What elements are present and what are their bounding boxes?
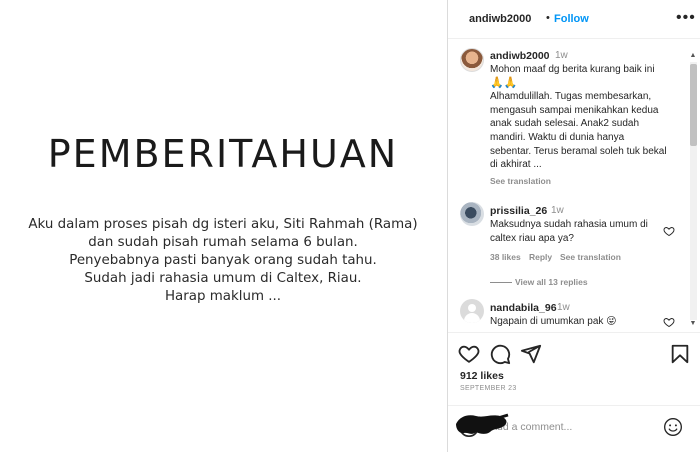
post-date[interactable]: SEPTEMBER 23 — [460, 385, 517, 392]
comment-line: anak sudah selesai. Anak2 sudah — [490, 118, 639, 130]
post-body-line: dan sudah pisah rumah selama 6 bulan. — [88, 235, 358, 250]
post-header: andiwb2000 • Follow ••• — [448, 0, 700, 38]
post-image: PEMBERITAHUAN Aku dalam proses pisah dg … — [0, 0, 448, 452]
comment-time[interactable]: 1w — [557, 302, 570, 313]
comment-line: di akhirat ... — [490, 159, 542, 171]
likes-count[interactable]: 912 likes — [460, 370, 504, 382]
scroll-thumb[interactable] — [690, 64, 697, 146]
heart-icon[interactable] — [663, 316, 675, 328]
comment-line: Alhamdulillah. Tugas membesarkan, — [490, 91, 652, 103]
replies-divider — [490, 282, 512, 283]
avatar[interactable] — [460, 48, 484, 72]
bookmark-icon[interactable] — [669, 343, 691, 365]
comment-line: mengasuh sampai menikahkan kedua — [490, 104, 659, 116]
comment-username[interactable]: prissilia_26 — [490, 205, 547, 217]
comments-scrollbar[interactable]: ▲ ▼ — [688, 52, 698, 328]
view-replies-link[interactable]: View all 13 replies — [515, 277, 588, 287]
header-separator-dot: • — [546, 12, 550, 24]
comment-icon[interactable] — [489, 343, 511, 365]
comment-input[interactable] — [490, 418, 650, 436]
heart-icon[interactable] — [458, 343, 480, 365]
see-translation-link[interactable]: See translation — [490, 176, 551, 186]
comment-time[interactable]: 1w — [555, 50, 568, 61]
scroll-up-arrow-icon[interactable]: ▲ — [688, 52, 698, 60]
reply-button[interactable]: Reply — [529, 252, 552, 262]
post-title: PEMBERITAHUAN — [47, 132, 399, 176]
comment-username[interactable]: nandabila_96 — [490, 302, 557, 314]
post-body-line: Aku dalam proses pisah dg isteri aku, Si… — [28, 217, 418, 232]
share-icon[interactable] — [520, 343, 542, 365]
redaction-scribble — [456, 413, 509, 434]
emoji-icon[interactable] — [663, 417, 683, 437]
post-body: Aku dalam proses pisah dg isteri aku, Si… — [20, 216, 426, 306]
post-body-line: Penyebabnya pasti banyak orang sudah tah… — [69, 253, 377, 268]
pray-emoji: 🙏🙏 — [490, 76, 518, 89]
comment-line: mandiri. Waktu di dunia hanya — [490, 131, 625, 143]
follow-button[interactable]: Follow — [554, 13, 589, 25]
post-body-line: Sudah jadi rahasia umum di Caltex, Riau. — [84, 271, 362, 286]
scroll-down-arrow-icon[interactable]: ▼ — [688, 320, 698, 328]
post-actions: 912 likes SEPTEMBER 23 — [448, 333, 700, 405]
see-translation-link[interactable]: See translation — [560, 252, 621, 262]
comment-time[interactable]: 1w — [551, 205, 564, 216]
comments-list: andiwb2000 1w Mohon maaf dg berita kuran… — [448, 39, 700, 332]
comment-text: Mohon maaf dg berita kurang baik ini 🙏🙏 … — [490, 63, 690, 172]
avatar[interactable] — [460, 299, 484, 323]
comment-line: Mohon maaf dg berita kurang baik ini — [490, 64, 655, 75]
comment-likes[interactable]: 38 likes — [490, 252, 521, 262]
comment-line: caltex riau apa ya? — [490, 232, 574, 244]
header-username[interactable]: andiwb2000 — [469, 13, 531, 25]
heart-icon[interactable] — [663, 225, 675, 237]
add-comment-bar — [448, 406, 700, 452]
post-body-line: Harap maklum ... — [164, 289, 282, 304]
comment-line: Maksudnya sudah rahasia umum di — [490, 219, 648, 230]
more-horizontal-icon[interactable]: ••• — [676, 9, 696, 27]
comment-username[interactable]: andiwb2000 — [490, 50, 550, 62]
comment-line: sebentar. Terus beramal soleh tuk bekal — [490, 145, 667, 157]
comment-text: Ngapain di umumkan pak 😜 — [490, 316, 617, 327]
avatar[interactable] — [460, 202, 484, 226]
comment-text: Maksudnya sudah rahasia umum di caltex r… — [490, 218, 690, 245]
post-side-panel: andiwb2000 • Follow ••• andiwb2000 1w Mo… — [448, 0, 700, 452]
